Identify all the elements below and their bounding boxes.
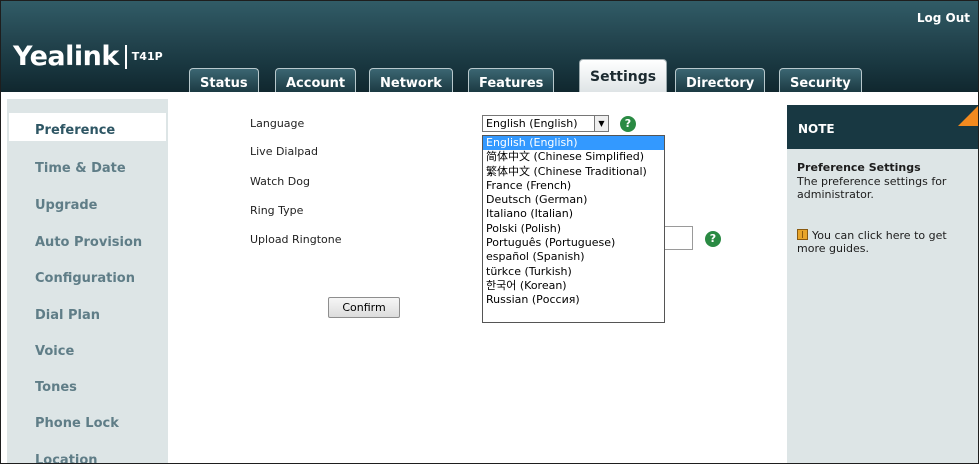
language-select[interactable]: English (English) ▼ (482, 115, 609, 132)
language-option[interactable]: Português (Portuguese) (483, 236, 664, 250)
language-label: Language (250, 117, 305, 130)
sidebar-item-phone-lock[interactable]: Phone Lock (35, 416, 119, 431)
confirm-button[interactable]: Confirm (328, 297, 400, 318)
sidebar-item-upgrade[interactable]: Upgrade (35, 198, 97, 213)
upload-ringtone-help-icon[interactable]: ? (705, 231, 721, 247)
sidebar-item-auto-provision[interactable]: Auto Provision (35, 235, 142, 250)
language-option[interactable]: Italiano (Italian) (483, 207, 664, 221)
tab-security[interactable]: Security (779, 68, 862, 92)
sidebar-item-time-date[interactable]: Time & Date (35, 161, 126, 176)
note-guide-text[interactable]: You can click here to get more guides. (797, 229, 947, 255)
language-dropdown-list[interactable]: English (English) 简体中文 (Chinese Simplifi… (482, 135, 665, 323)
logo-model: T41P (131, 50, 163, 63)
watch-dog-label: Watch Dog (250, 175, 310, 188)
sidebar-item-dial-plan[interactable]: Dial Plan (35, 308, 100, 323)
settings-sidebar: Preference Time & Date Upgrade Auto Prov… (7, 99, 168, 463)
note-header: NOTE (787, 105, 978, 149)
note-title: NOTE (798, 122, 835, 136)
language-option[interactable]: France (French) (483, 179, 664, 193)
sidebar-item-location[interactable]: Location (35, 453, 98, 463)
note-panel: NOTE Preference Settings The preference … (787, 105, 978, 463)
logo-divider (124, 44, 127, 69)
chevron-down-icon[interactable]: ▼ (594, 116, 608, 131)
language-option[interactable]: türkce (Turkish) (483, 265, 664, 279)
top-header: Yealink T41P Log Out Status Account Netw… (1, 1, 978, 92)
live-dialpad-label: Live Dialpad (250, 145, 318, 158)
tab-status[interactable]: Status (189, 68, 259, 92)
upload-ringtone-label: Upload Ringtone (250, 233, 342, 246)
upload-ringtone-field[interactable] (665, 226, 693, 250)
guide-book-icon (797, 229, 808, 240)
note-guide-link[interactable]: You can click here to get more guides. (797, 229, 972, 255)
language-help-icon[interactable]: ? (620, 116, 636, 132)
tab-account[interactable]: Account (275, 68, 357, 92)
note-body: The preference settings for administrato… (797, 175, 947, 201)
note-corner-accent (958, 105, 978, 126)
sidebar-item-voice[interactable]: Voice (35, 344, 74, 359)
yealink-logo: Yealink T41P (13, 41, 163, 72)
web-ui-frame: Yealink T41P Log Out Status Account Netw… (0, 0, 979, 464)
sidebar-item-configuration[interactable]: Configuration (35, 271, 135, 286)
ring-type-label: Ring Type (250, 204, 304, 217)
logo-wordmark: Yealink (13, 41, 119, 72)
tab-features[interactable]: Features (468, 68, 555, 92)
tab-network[interactable]: Network (369, 68, 453, 92)
language-option[interactable]: 简体中文 (Chinese Simplified) (483, 150, 664, 164)
language-option[interactable]: English (English) (483, 136, 664, 151)
language-option[interactable]: 한국어 (Korean) (483, 279, 664, 293)
tab-settings[interactable]: Settings (579, 59, 668, 92)
sidebar-item-preference[interactable]: Preference (35, 123, 115, 138)
language-option[interactable]: Deutsch (German) (483, 193, 664, 207)
note-subtitle: Preference Settings (797, 161, 921, 174)
preference-form: Language Live Dialpad Watch Dog Ring Typ… (173, 99, 781, 463)
language-option[interactable]: 繁体中文 (Chinese Traditional) (483, 165, 664, 179)
logout-link[interactable]: Log Out (917, 11, 970, 25)
sidebar-item-tones[interactable]: Tones (35, 380, 77, 395)
tab-directory[interactable]: Directory (675, 68, 766, 92)
language-option[interactable]: Polski (Polish) (483, 222, 664, 236)
language-option[interactable]: español (Spanish) (483, 250, 664, 264)
language-select-value: English (English) (486, 117, 578, 130)
language-option[interactable]: Russian (Россия) (483, 293, 664, 307)
